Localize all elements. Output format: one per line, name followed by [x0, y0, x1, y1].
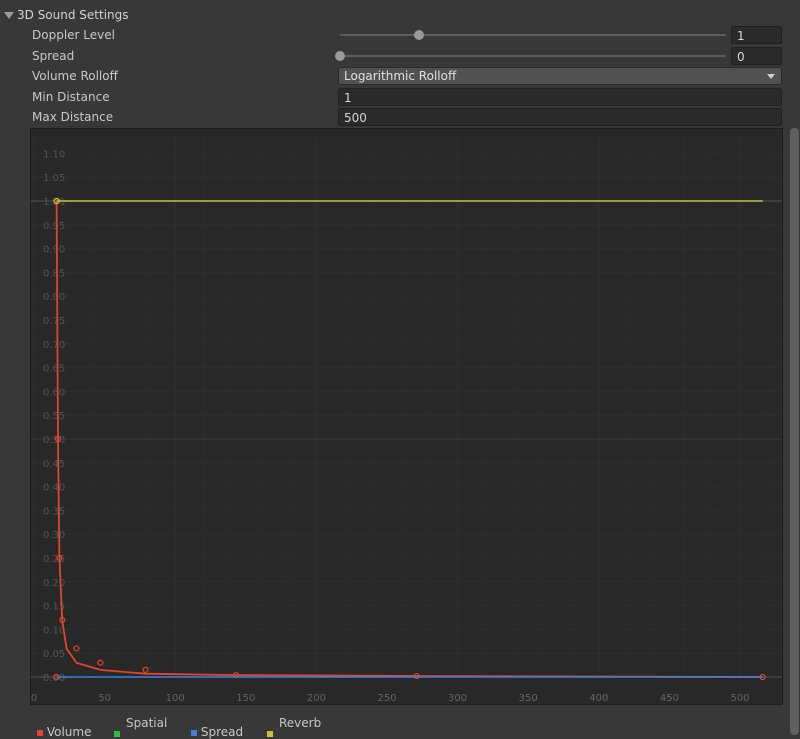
legend-spatial[interactable]: Spatial [114, 716, 168, 737]
y-tick-label: 0.75 [43, 316, 65, 327]
x-tick-label: 100 [166, 693, 185, 704]
y-tick-label: 0.65 [43, 364, 65, 375]
legend-reverb[interactable]: Reverb [267, 716, 322, 737]
dropdown-arrow-icon [767, 74, 775, 79]
max-distance-label: Max Distance [32, 110, 114, 124]
x-tick-label: 450 [660, 693, 679, 704]
legend-volume-label: Volume [46, 725, 92, 739]
spread-label: Spread [32, 49, 75, 63]
y-tick-label: 0.60 [43, 387, 65, 398]
min-distance-field[interactable]: 1 [338, 88, 782, 106]
y-tick-label: 0.95 [43, 221, 65, 232]
spread-field[interactable]: 0 [731, 47, 782, 65]
max-distance-field[interactable]: 500 [338, 108, 782, 126]
legend-spread-label: Spread [200, 725, 244, 739]
legend-volume[interactable]: Volume [37, 725, 91, 739]
section-title: 3D Sound Settings [17, 8, 129, 22]
reverb-swatch-icon [267, 731, 273, 737]
y-tick-label: 0.35 [43, 506, 65, 517]
rolloff-chart-svg[interactable]: 0.000.050.100.150.200.250.300.350.400.45… [31, 129, 782, 704]
doppler-level-field[interactable]: 1 [731, 26, 782, 44]
spatial-swatch-icon [114, 731, 120, 737]
y-tick-label: 0.70 [43, 340, 65, 351]
doppler-level-label: Doppler Level [32, 28, 115, 42]
volume-keyframe [73, 645, 80, 652]
x-tick-label: 150 [236, 693, 255, 704]
x-tick-label: 250 [377, 693, 396, 704]
volume-rolloff-value: Logarithmic Rolloff [344, 69, 457, 83]
x-tick-label: 50 [98, 693, 111, 704]
y-tick-label: 0.55 [43, 411, 65, 422]
y-tick-label: 0.20 [43, 578, 65, 589]
legend-spatial-label: Spatial [126, 716, 168, 730]
section-header[interactable]: 3D Sound Settings [4, 6, 129, 24]
y-tick-label: 1.10 [43, 149, 65, 160]
x-tick-label: 0 [31, 693, 37, 704]
y-tick-label: 0.45 [43, 459, 65, 470]
y-tick-label: 0.05 [43, 649, 65, 660]
min-distance-label: Min Distance [32, 90, 110, 104]
y-tick-label: 0.50 [43, 435, 65, 446]
foldout-triangle-icon[interactable] [4, 12, 14, 19]
curve-legend: Volume Spatial Spread Reverb [0, 716, 800, 739]
doppler-level-slider-thumb[interactable] [414, 30, 425, 40]
legend-spread[interactable]: Spread [191, 725, 243, 739]
scrollbar-thumb[interactable] [790, 128, 799, 735]
spread-slider-thumb[interactable] [335, 51, 345, 61]
volume-rolloff-label: Volume Rolloff [32, 69, 118, 83]
volume-rolloff-dropdown[interactable]: Logarithmic Rolloff [338, 67, 782, 85]
x-tick-label: 300 [448, 693, 467, 704]
y-tick-label: 0.85 [43, 268, 65, 279]
y-tick-label: 0.30 [43, 530, 65, 541]
y-tick-label: 0.90 [43, 245, 65, 256]
spread-slider-track[interactable] [340, 55, 726, 57]
x-tick-label: 200 [307, 693, 326, 704]
legend-reverb-label: Reverb [279, 716, 322, 730]
x-tick-label: 350 [519, 693, 538, 704]
volume-keyframe [97, 659, 104, 666]
y-tick-label: 0.40 [43, 483, 65, 494]
doppler-level-slider-track[interactable] [340, 34, 726, 36]
x-tick-label: 400 [589, 693, 608, 704]
rolloff-curve-graph[interactable]: 0.00 0.05 0.10 0.15 0.20 0.25 0.30 0.35 0.40 0.45… [30, 128, 783, 705]
x-tick-label: 500 [730, 693, 749, 704]
y-tick-label: 0.80 [43, 292, 65, 303]
y-tick-label: 1.05 [43, 173, 65, 184]
y-tick-label: 0.10 [43, 625, 65, 636]
